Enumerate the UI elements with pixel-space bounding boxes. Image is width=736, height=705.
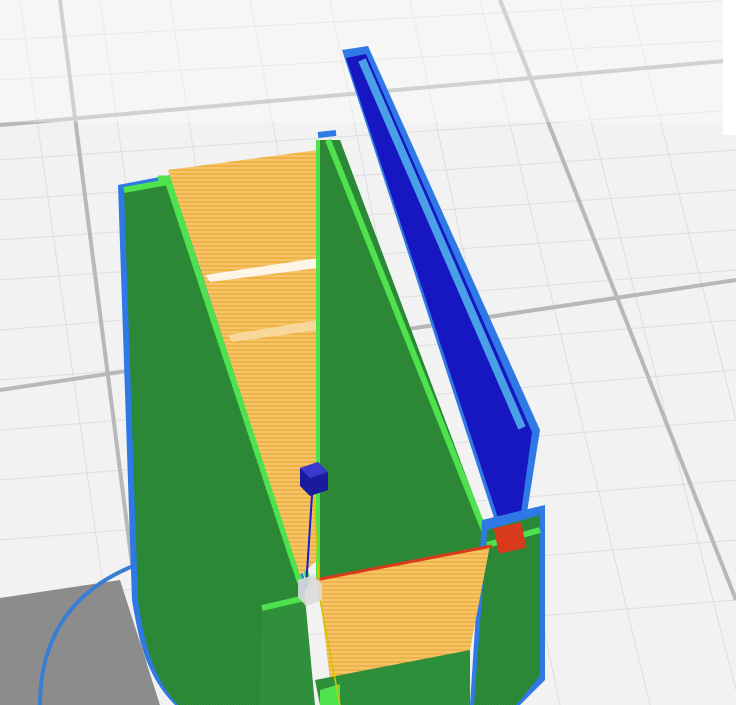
3d-preview-viewport[interactable]: [0, 0, 736, 705]
plate-edge-right: [723, 0, 736, 135]
layer-preview-canvas[interactable]: [0, 0, 736, 705]
model-right-pillar: [470, 505, 545, 705]
center-wall-top-skin: [317, 130, 337, 138]
